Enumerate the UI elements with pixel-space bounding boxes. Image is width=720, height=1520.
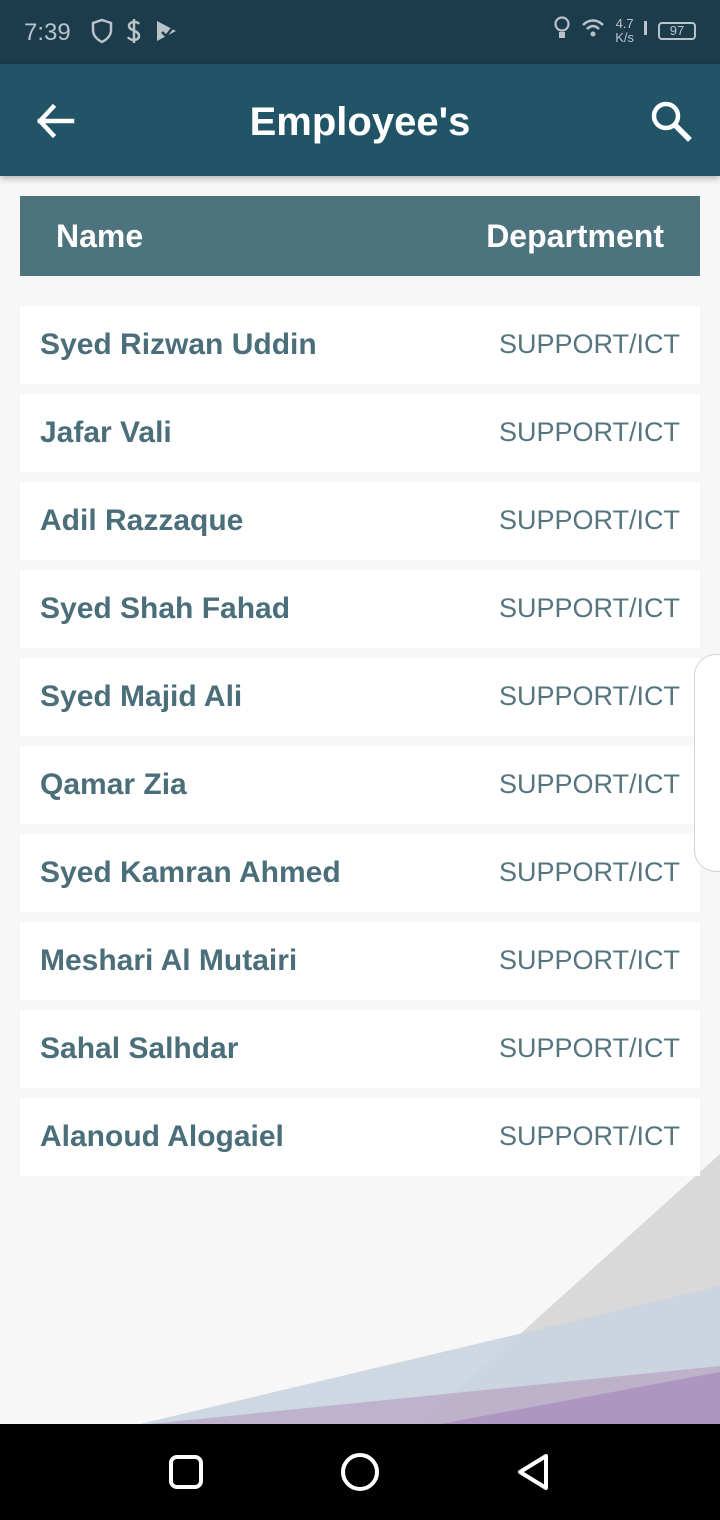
employee-list: Syed Rizwan Uddin SUPPORT/ICT Jafar Vali…	[20, 306, 700, 1186]
employee-name: Syed Kamran Ahmed	[40, 856, 341, 889]
network-speed-value: 4.7	[615, 15, 634, 31]
page-title: Employee's	[249, 100, 471, 144]
employee-department: SUPPORT/ICT	[498, 329, 680, 359]
battery-level: 97	[669, 23, 685, 38]
table-row[interactable]: Sahal Salhdar SUPPORT/ICT	[20, 1010, 700, 1088]
table-row[interactable]: Qamar Zia SUPPORT/ICT	[20, 746, 700, 824]
employee-department: SUPPORT/ICT	[498, 681, 680, 711]
column-header-name: Name	[56, 218, 144, 254]
search-icon	[646, 101, 696, 150]
home-button[interactable]	[336, 1448, 384, 1496]
system-icons: 4.7 K/s 97	[553, 15, 696, 46]
recents-square-icon	[162, 1455, 210, 1500]
navigation-bar	[0, 1424, 720, 1520]
home-circle-icon	[336, 1453, 384, 1500]
search-button[interactable]	[646, 96, 696, 146]
employee-department: SUPPORT/ICT	[498, 945, 680, 975]
notification-icons	[90, 18, 180, 49]
table-row[interactable]: Meshari Al Mutairi SUPPORT/ICT	[20, 922, 700, 1000]
network-speed: 4.7 K/s	[615, 15, 634, 45]
bulb-icon	[553, 15, 571, 46]
employee-name: Jafar Vali	[40, 416, 172, 449]
table-row[interactable]: Jafar Vali SUPPORT/ICT	[20, 394, 700, 472]
employee-name: Alanoud Alogaiel	[40, 1120, 284, 1153]
table-row[interactable]: Syed Majid Ali SUPPORT/ICT	[20, 658, 700, 736]
dollar-icon	[124, 18, 144, 49]
shield-icon	[90, 18, 114, 49]
back-nav-button[interactable]	[510, 1448, 558, 1496]
employee-department: SUPPORT/ICT	[498, 505, 680, 535]
employee-department: SUPPORT/ICT	[498, 769, 680, 799]
employee-name: Sahal Salhdar	[40, 1032, 239, 1065]
column-header-department: Department	[486, 218, 664, 254]
employee-name: Qamar Zia	[40, 768, 187, 801]
employee-department: SUPPORT/ICT	[498, 593, 680, 623]
signal-icon	[644, 21, 648, 40]
table-row[interactable]: Syed Kamran Ahmed SUPPORT/ICT	[20, 834, 700, 912]
table-row[interactable]: Adil Razzaque SUPPORT/ICT	[20, 482, 700, 560]
table-row[interactable]: Alanoud Alogaiel SUPPORT/ICT	[20, 1098, 700, 1176]
table-header: Name Department	[20, 196, 700, 276]
app-bar: Employee's	[0, 64, 720, 176]
network-speed-unit: K/s	[615, 29, 634, 45]
back-triangle-icon	[510, 1454, 558, 1500]
status-time: 7:39	[24, 19, 71, 46]
employee-department: SUPPORT/ICT	[498, 857, 680, 887]
employee-name: Adil Razzaque	[40, 504, 244, 537]
play-store-icon	[154, 18, 180, 49]
wifi-icon	[581, 18, 605, 43]
edge-panel-handle[interactable]	[694, 654, 720, 872]
employee-name: Syed Majid Ali	[40, 680, 243, 713]
table-row[interactable]: Syed Shah Fahad SUPPORT/ICT	[20, 570, 700, 648]
employee-name: Syed Rizwan Uddin	[40, 328, 317, 361]
employee-department: SUPPORT/ICT	[498, 1121, 680, 1151]
employee-department: SUPPORT/ICT	[498, 417, 680, 447]
employee-name: Syed Shah Fahad	[40, 592, 291, 625]
recents-button[interactable]	[162, 1448, 210, 1496]
battery-icon: 97	[658, 21, 696, 40]
employee-name: Meshari Al Mutairi	[40, 944, 298, 977]
table-row[interactable]: Syed Rizwan Uddin SUPPORT/ICT	[20, 306, 700, 384]
employee-department: SUPPORT/ICT	[498, 1033, 680, 1063]
status-bar: 7:39 4.7 K/s 97	[0, 0, 720, 64]
